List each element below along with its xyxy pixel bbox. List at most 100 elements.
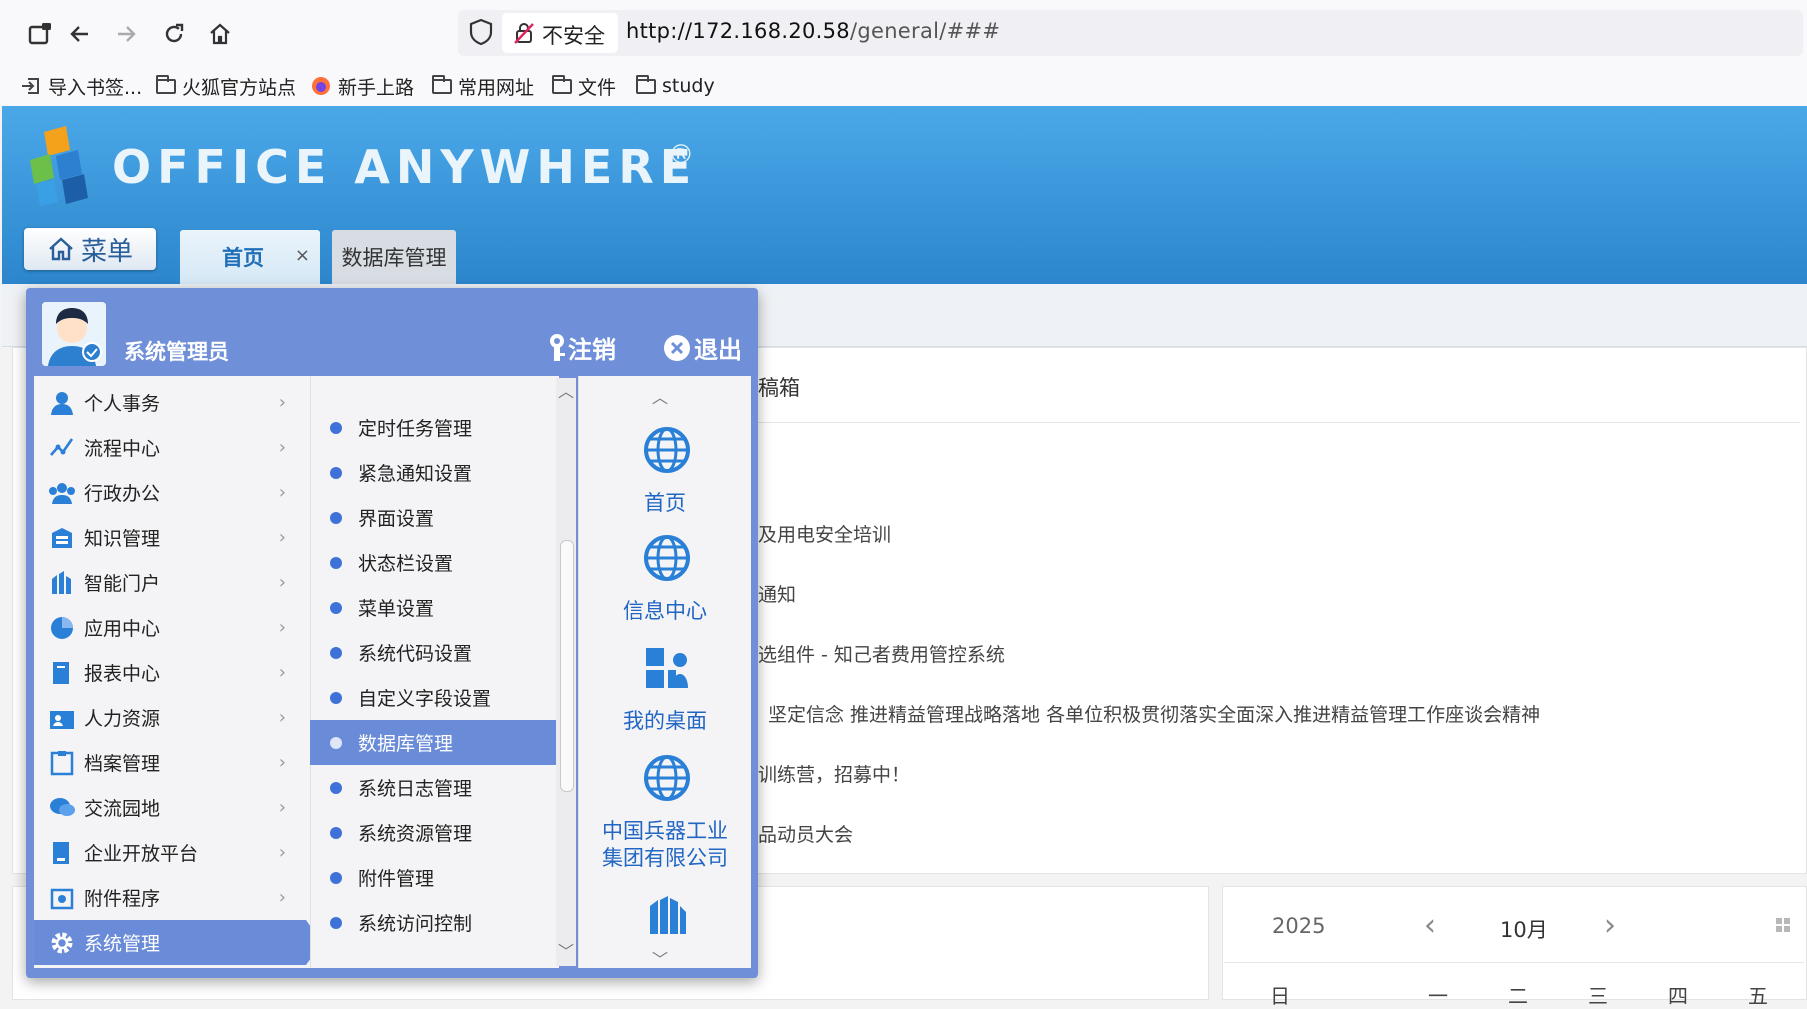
chevron-right-icon: › [278,662,286,683]
calendar-prev-button[interactable]: ‹ [1424,908,1436,943]
category-item[interactable]: 人力资源 › [34,695,310,740]
bookmark-import[interactable]: 导入书签... [20,72,142,100]
news-item[interactable]: 训练营，招募中！ [758,760,910,787]
logout-button[interactable]: 注销 [546,330,616,365]
menu-button[interactable]: 菜单 [24,228,156,270]
tab-database-management[interactable]: 数据库管理 [332,230,456,284]
category-item[interactable]: 应用中心 › [34,605,310,650]
calendar-month[interactable]: 10月 [1500,914,1548,944]
divider [1224,962,1804,963]
folder-icon [432,74,452,94]
home-icon[interactable] [202,16,238,52]
bookmark-getting-started[interactable]: 新手上路 [310,72,414,100]
subitem[interactable]: 系统资源管理 [310,810,558,855]
tab-overview-icon[interactable] [22,16,58,52]
quick-link-home[interactable]: 首页 [580,490,750,517]
back-icon[interactable] [62,16,98,52]
plugin-icon [48,884,76,912]
scroll-down-icon[interactable]: ﹀ [652,946,668,970]
panel-menu-icon[interactable] [1776,918,1790,932]
news-item[interactable]: 坚定信念 推进精益管理战略落地 各单位积极贯彻落实全面深入推进精益管理工作座谈会… [768,700,1540,727]
category-label: 附件程序 [84,888,161,910]
news-tab-label[interactable]: 稿箱 [758,372,800,402]
divider [740,422,1800,423]
bookmark-study[interactable]: study [636,72,715,100]
url-text[interactable]: http://172.168.20.58/general/### [626,19,1000,43]
category-label: 交流园地 [84,798,161,820]
scroll-up-icon[interactable]: ︿ [558,378,574,402]
quick-link-my-desktop[interactable]: 我的桌面 [580,708,750,735]
quick-link-info-center[interactable]: 信息中心 [580,598,750,625]
subitem[interactable]: 自定义字段设置 [310,675,558,720]
insecure-label: 不安全 [542,24,605,48]
subitem-label: 系统访问控制 [358,913,473,935]
bookmark-firefox-official[interactable]: 火狐官方站点 [156,72,296,100]
subitem[interactable]: 紧急通知设置 [310,450,558,495]
subitem[interactable]: 界面设置 [310,495,558,540]
category-item[interactable]: 报表中心 › [34,650,310,695]
bookmark-common-sites[interactable]: 常用网址 [432,72,534,100]
calendar-year[interactable]: 2025 [1272,914,1325,938]
exit-button[interactable]: 退出 [662,330,742,365]
news-item[interactable]: 品动员大会 [758,820,853,847]
subitem[interactable]: 系统代码设置 [310,630,558,675]
bullet-icon [330,421,342,434]
category-label: 流程中心 [84,438,161,460]
close-circle-icon [664,334,690,361]
desktop-tiles-icon [646,648,688,688]
close-icon[interactable]: × [295,245,310,266]
news-item[interactable]: 通知 [758,580,796,607]
scrollbar-thumb[interactable] [560,540,574,792]
import-icon [22,78,39,94]
scroll-up-icon[interactable]: ︿ [652,384,668,408]
insecure-indicator[interactable]: 不安全 [502,13,618,53]
subitem[interactable]: 系统访问控制 [310,900,558,945]
category-item[interactable]: 个人事务 › [34,380,310,425]
subitem[interactable]: 定时任务管理 [310,405,558,450]
category-item[interactable]: 行政办公 › [34,470,310,515]
category-item[interactable]: 企业开放平台 › [34,830,310,875]
category-item[interactable]: 交流园地 › [34,785,310,830]
reload-icon[interactable] [156,16,192,52]
folder-icon [552,74,572,94]
category-item[interactable]: 附件程序 › [34,875,310,920]
subitem[interactable]: 数据库管理 [310,720,558,765]
tab-home[interactable]: 首页 × [180,230,320,284]
category-item[interactable]: 知识管理 › [34,515,310,560]
category-label: 智能门户 [84,573,161,595]
bullet-icon [330,871,342,884]
scroll-down-icon[interactable]: ﹀ [558,938,574,962]
quick-link-company[interactable]: 中国兵器工业 集团有限公司 [580,818,750,872]
firefox-icon [312,77,330,95]
forward-icon[interactable] [108,16,144,52]
flow-icon [48,434,76,462]
chevron-right-icon: › [278,707,286,728]
category-item[interactable]: 档案管理 › [34,740,310,785]
chevron-right-icon: › [278,572,286,593]
tracking-shield-icon[interactable] [468,18,496,48]
bookmark-files[interactable]: 文件 [552,72,616,100]
subitem[interactable]: 菜单设置 [310,585,558,630]
weekday-label: 三 [1588,984,1608,1008]
avatar[interactable] [42,302,106,366]
category-item[interactable]: 流程中心 › [34,425,310,470]
subitem[interactable]: 系统日志管理 [310,765,558,810]
category-label: 企业开放平台 [84,843,199,865]
category-item[interactable]: 系统管理 [34,920,322,965]
subitem[interactable]: 状态栏设置 [310,540,558,585]
subitem-label: 状态栏设置 [358,553,454,575]
category-label: 知识管理 [84,528,161,550]
bullet-icon [330,466,342,479]
category-label: 行政办公 [84,483,161,505]
bullet-icon [330,511,342,524]
news-item[interactable]: 及用电安全培训 [758,520,891,547]
calendar-next-button[interactable]: › [1604,908,1616,943]
chevron-right-icon: › [278,392,286,413]
category-item[interactable]: 智能门户 › [34,560,310,605]
news-item[interactable]: 选组件 - 知己者费用管控系统 [758,640,1005,667]
pie-icon [48,614,76,642]
broken-lock-icon [514,23,534,44]
chevron-right-icon: › [278,527,286,548]
category-label: 档案管理 [84,753,161,775]
subitem[interactable]: 附件管理 [310,855,558,900]
